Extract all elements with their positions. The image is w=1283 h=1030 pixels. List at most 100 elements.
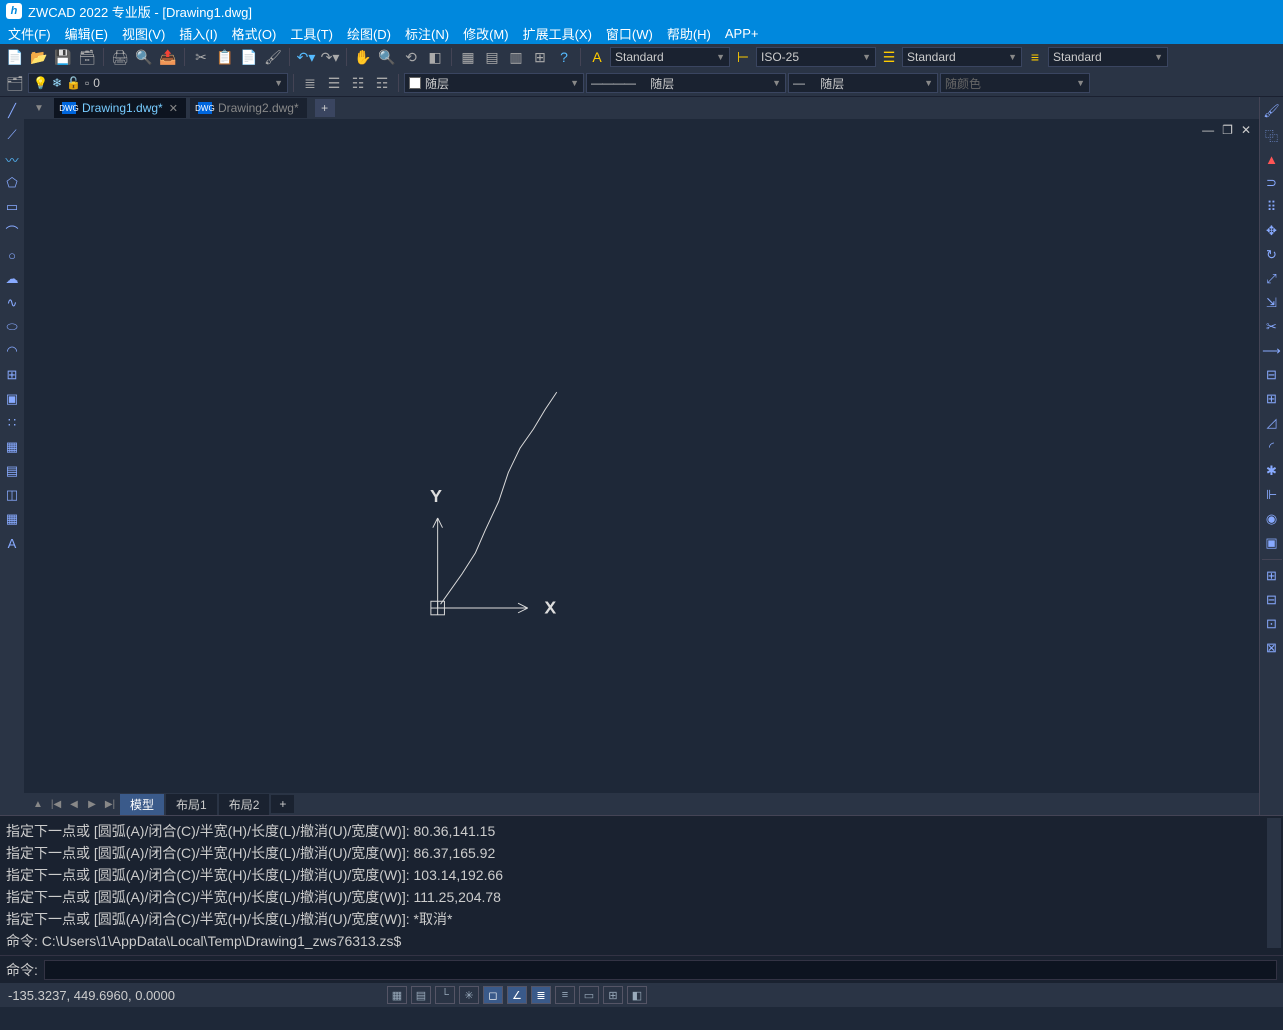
toolpal-icon[interactable]: ▥ [505,46,527,68]
explode-icon[interactable]: ✱ [1262,461,1282,481]
mlstyle-dropdown[interactable]: Standard▼ [1048,47,1168,67]
move-icon[interactable]: ✥ [1262,221,1282,241]
pline-icon[interactable]: 〰 [2,149,22,169]
revcloud-icon[interactable]: ☁ [2,269,22,289]
layout-first-icon[interactable]: |◀ [48,796,64,812]
polygon-icon[interactable]: ⬠ [2,173,22,193]
menu-draw[interactable]: 绘图(D) [347,24,391,43]
tablestyle-icon[interactable]: ☰ [878,46,900,68]
menu-insert[interactable]: 插入(I) [179,24,217,43]
fillet-icon[interactable]: ◜ [1262,437,1282,457]
snap-toggle[interactable]: ▦ [387,986,407,1004]
save-icon[interactable]: 💾 [52,46,74,68]
menu-edit[interactable]: 编辑(E) [65,24,108,43]
layerfrz-icon[interactable]: ☶ [371,72,393,94]
hatch-icon[interactable]: ▦ [2,437,22,457]
array-icon[interactable]: ⠿ [1262,197,1282,217]
break-icon[interactable]: ⊟ [1262,365,1282,385]
menu-ext[interactable]: 扩展工具(X) [523,24,592,43]
anno-toggle[interactable]: ◧ [627,986,647,1004]
circle-icon[interactable]: ○ [2,245,22,265]
mlstyle-icon[interactable]: ≡ [1024,46,1046,68]
zoomprev-icon[interactable]: ⟲ [400,46,422,68]
zoom-icon[interactable]: 🔍 [376,46,398,68]
extend-icon[interactable]: ⟶ [1262,341,1282,361]
copy-icon[interactable]: 📋 [214,46,236,68]
rotate-icon[interactable]: ↻ [1262,245,1282,265]
erase-icon[interactable]: 🖌 [1262,101,1282,121]
lineweight-dropdown[interactable]: — 随层▼ [788,73,938,93]
layout-last-icon[interactable]: ▶| [102,796,118,812]
cycle-toggle[interactable]: ⊞ [603,986,623,1004]
layout-up-icon[interactable]: ▲ [30,796,46,812]
table-icon[interactable]: ▦ [2,509,22,529]
print-icon[interactable]: 🖨 [109,46,131,68]
mirror-icon[interactable]: ▲ [1262,149,1282,169]
drawing-canvas[interactable]: — ❐ ✕ X Y [24,119,1259,793]
chamfer-icon[interactable]: ◿ [1262,413,1282,433]
tab-menu-icon[interactable]: ▼ [28,97,50,119]
open-icon[interactable]: 📂 [28,46,50,68]
props-icon[interactable]: ▦ [457,46,479,68]
textstyle-icon[interactable]: A [586,46,608,68]
mtext-icon[interactable]: A [2,533,22,553]
add-tab-button[interactable]: + [315,99,335,117]
menu-window[interactable]: 窗口(W) [606,24,653,43]
trim-icon[interactable]: ✂ [1262,317,1282,337]
layerprev-icon[interactable]: ≣ [299,72,321,94]
publish-icon[interactable]: 📤 [157,46,179,68]
menu-dim[interactable]: 标注(N) [405,24,449,43]
ortho-toggle[interactable]: └ [435,986,455,1004]
line-icon[interactable]: ╱ [2,101,22,121]
color-dropdown[interactable]: 随层▼ [404,73,584,93]
block-icon[interactable]: ▣ [2,389,22,409]
layout-prev-icon[interactable]: ◀ [66,796,82,812]
point-icon[interactable]: ∷ [2,413,22,433]
textstyle-dropdown[interactable]: Standard▼ [610,47,730,67]
group3-icon[interactable]: ⊡ [1262,614,1282,634]
group2-icon[interactable]: ⊟ [1262,590,1282,610]
doc-tab-1[interactable]: DWG Drawing1.dwg* ✕ [54,98,186,118]
dimstyle-icon[interactable]: ⊢ [732,46,754,68]
help-icon[interactable]: ? [553,46,575,68]
copy-obj-icon[interactable]: ⿻ [1262,125,1282,145]
join-icon[interactable]: ⊞ [1262,389,1282,409]
menu-modify[interactable]: 修改(M) [463,24,509,43]
dimstyle-dropdown[interactable]: ISO-25▼ [756,47,876,67]
calc-icon[interactable]: ⊞ [529,46,551,68]
plotstyle-dropdown[interactable]: 随颜色▼ [940,73,1090,93]
menu-tools[interactable]: 工具(T) [290,24,333,43]
draworder-icon[interactable]: ▣ [1262,533,1282,553]
menu-app[interactable]: APP+ [725,26,759,41]
rect-icon[interactable]: ▭ [2,197,22,217]
offset-icon[interactable]: ⊃ [1262,173,1282,193]
redo-icon[interactable]: ↷▾ [319,46,341,68]
undo-icon[interactable]: ↶▾ [295,46,317,68]
align-icon[interactable]: ⊩ [1262,485,1282,505]
layout-tab-add[interactable]: + [271,795,294,813]
layout-tab-1[interactable]: 布局1 [166,794,217,815]
pedit-icon[interactable]: ◉ [1262,509,1282,529]
lwt-toggle[interactable]: ≡ [555,986,575,1004]
dcenter-icon[interactable]: ▤ [481,46,503,68]
preview-icon[interactable]: 🔍 [133,46,155,68]
scale-icon[interactable]: ⤢ [1262,269,1282,289]
layout-next-icon[interactable]: ▶ [84,796,100,812]
menu-file[interactable]: 文件(F) [8,24,51,43]
matchprop-icon[interactable]: 🖌 [262,46,284,68]
doc-tab-2[interactable]: DWG Drawing2.dwg* [190,98,307,118]
dyn-toggle[interactable]: ≣ [531,986,551,1004]
cut-icon[interactable]: ✂ [190,46,212,68]
spline-icon[interactable]: ∿ [2,293,22,313]
group1-icon[interactable]: ⊞ [1262,566,1282,586]
menu-help[interactable]: 帮助(H) [667,24,711,43]
close-icon[interactable]: ✕ [169,102,178,115]
menu-format[interactable]: 格式(O) [232,24,277,43]
new-icon[interactable]: 📄 [4,46,26,68]
menu-view[interactable]: 视图(V) [122,24,165,43]
ellipse-icon[interactable]: ⬭ [2,317,22,337]
arc-icon[interactable]: ⌒ [2,221,22,241]
command-input[interactable] [44,960,1277,980]
layout-tab-model[interactable]: 模型 [120,794,164,815]
layeroff-icon[interactable]: ☷ [347,72,369,94]
